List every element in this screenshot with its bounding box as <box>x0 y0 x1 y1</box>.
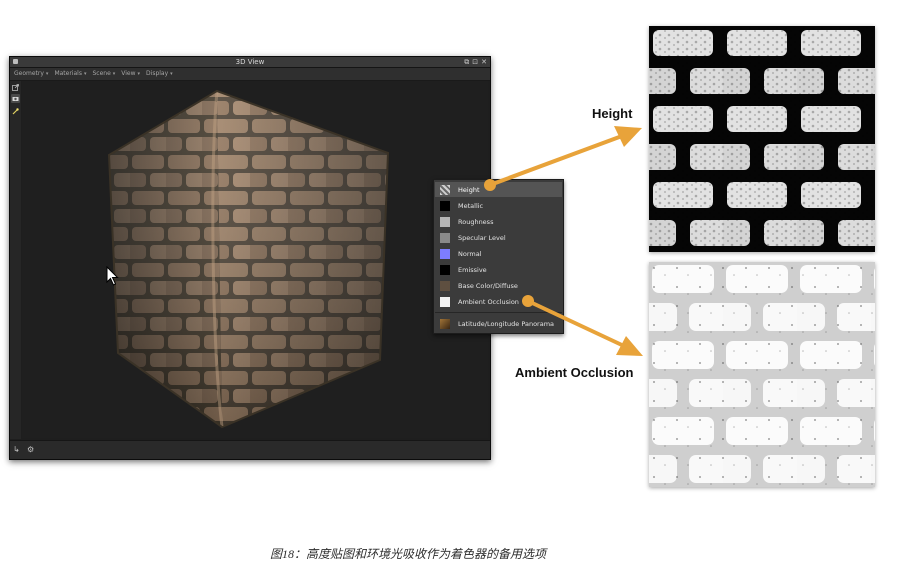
viewport-statusbar: ↳ ⚙ <box>10 440 490 459</box>
channel-label: Ambient Occlusion <box>458 297 519 306</box>
export-icon[interactable] <box>11 83 20 92</box>
channel-label: Latitude/Longitude Panorama <box>458 319 555 328</box>
3d-view-window: 3D View ⧉ ⊡ ✕ Geometry ▾ Materials ▾ Scene… <box>9 56 491 460</box>
menu-scene[interactable]: Scene ▾ <box>92 68 115 80</box>
channel-item-height[interactable]: Height <box>435 182 562 197</box>
specular-swatch <box>440 232 450 243</box>
close-window-icon[interactable]: ✕ <box>481 57 487 67</box>
base-color-swatch <box>440 280 450 291</box>
channel-label: Emissive <box>458 265 487 274</box>
app-icon <box>13 59 18 64</box>
float-window-icon[interactable]: ⧉ <box>464 57 469 67</box>
brick-cube-render <box>107 89 390 429</box>
chevron-down-icon: ▾ <box>137 71 141 77</box>
ambient-occlusion-map-image <box>649 262 875 487</box>
camera-icon[interactable] <box>11 94 20 103</box>
maximize-window-icon[interactable]: ⊡ <box>472 57 478 67</box>
chevron-down-icon: ▾ <box>170 71 173 77</box>
channel-label: Roughness <box>458 217 494 226</box>
mouse-cursor-icon <box>106 266 119 286</box>
channel-item-normal[interactable]: Normal <box>435 246 562 261</box>
emissive-swatch <box>440 264 450 275</box>
figure-caption: 图18：高度贴图和环境光吸收作为着色器的备用选项 <box>270 547 547 561</box>
roughness-swatch <box>440 216 450 227</box>
channel-item-base-color[interactable]: Base Color/Diffuse <box>435 278 562 293</box>
window-titlebar: 3D View ⧉ ⊡ ✕ <box>10 57 490 68</box>
axis-icon[interactable]: ↳ <box>13 445 20 454</box>
height-callout-label: Height <box>592 106 633 121</box>
settings-icon[interactable]: ⚙ <box>27 445 34 454</box>
channel-label: Height <box>458 185 480 194</box>
menu-view[interactable]: View ▾ <box>121 68 140 80</box>
height-swatch <box>440 184 450 195</box>
channel-dropdown-menu: Height Metallic Roughness Specular Level… <box>433 179 564 334</box>
chevron-down-icon: ▾ <box>112 71 116 77</box>
viewport-toolbar <box>10 81 21 439</box>
channel-item-specular-level[interactable]: Specular Level <box>435 230 562 245</box>
chevron-down-icon: ▾ <box>83 71 87 77</box>
channel-label: Metallic <box>458 201 484 210</box>
menu-bar: Geometry ▾ Materials ▾ Scene ▾ View ▾ Displa… <box>10 68 490 81</box>
light-icon[interactable] <box>11 107 20 116</box>
normal-swatch <box>440 248 450 259</box>
menu-separator <box>435 312 562 313</box>
channel-label: Specular Level <box>458 233 506 242</box>
chevron-down-icon: ▾ <box>45 71 49 77</box>
window-title: 3D View <box>235 58 265 66</box>
metallic-swatch <box>440 200 450 211</box>
menu-geometry[interactable]: Geometry ▾ <box>14 68 48 80</box>
channel-item-metallic[interactable]: Metallic <box>435 198 562 213</box>
height-map-image <box>649 26 875 252</box>
channel-item-ambient-occlusion[interactable]: Ambient Occlusion <box>435 294 562 309</box>
channel-item-panorama[interactable]: Latitude/Longitude Panorama <box>435 316 562 331</box>
ao-swatch <box>440 296 450 307</box>
ao-callout-label: Ambient Occlusion <box>515 365 634 380</box>
panorama-swatch <box>440 318 450 329</box>
menu-display[interactable]: Display ▾ <box>146 68 173 80</box>
channel-item-roughness[interactable]: Roughness <box>435 214 562 229</box>
channel-item-emissive[interactable]: Emissive <box>435 262 562 277</box>
channel-label: Base Color/Diffuse <box>458 281 518 290</box>
3d-viewport[interactable] <box>22 81 488 438</box>
channel-label: Normal <box>458 249 482 258</box>
menu-materials[interactable]: Materials ▾ <box>54 68 86 80</box>
